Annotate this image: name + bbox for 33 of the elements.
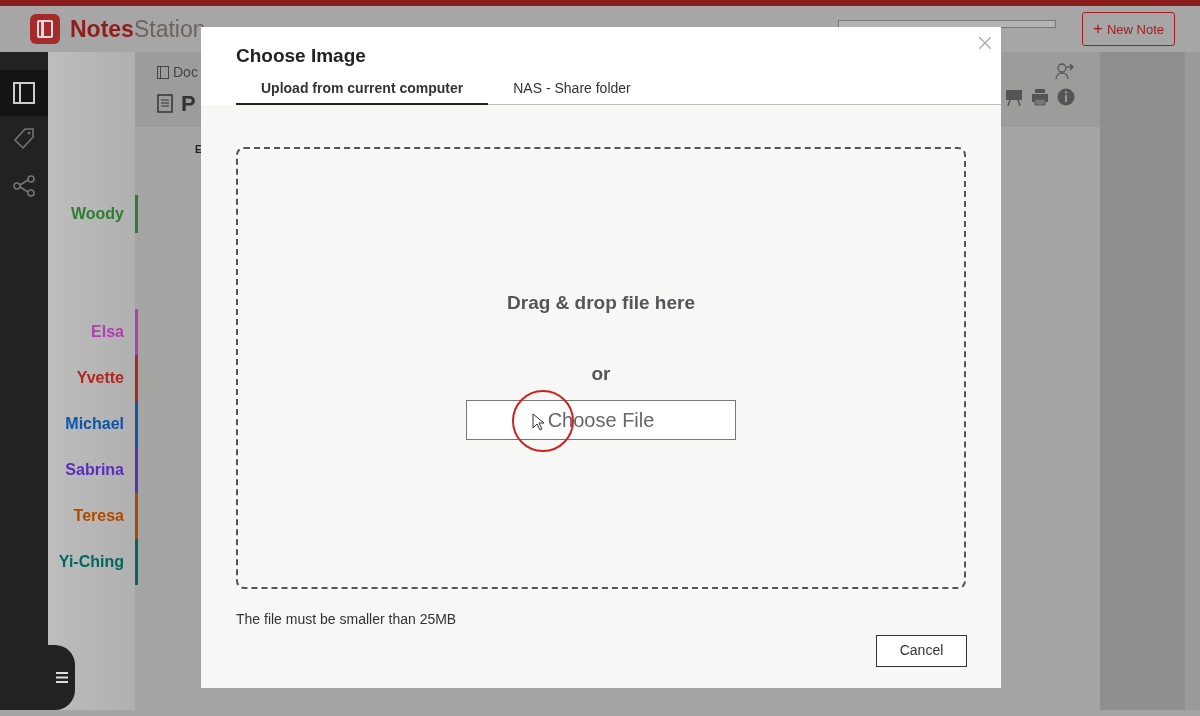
- menu-icon: [55, 672, 68, 683]
- cancel-button[interactable]: Cancel: [876, 634, 967, 667]
- or-text: or: [591, 361, 611, 386]
- person-name[interactable]: Yvette: [48, 355, 138, 401]
- share-user-icon[interactable]: [1055, 62, 1075, 80]
- person-name[interactable]: Elsa: [48, 309, 138, 355]
- print-icon[interactable]: [1031, 88, 1049, 106]
- notebook-icon[interactable]: [13, 82, 35, 104]
- person-name[interactable]: Woody: [48, 195, 138, 233]
- info-icon[interactable]: [1057, 88, 1075, 106]
- logo-icon: [30, 14, 60, 44]
- person-name[interactable]: Yi-Ching: [48, 539, 138, 585]
- person-name[interactable]: Michael: [48, 401, 138, 447]
- presentation-icon[interactable]: [1005, 88, 1023, 106]
- tab[interactable]: NAS - Share folder: [488, 77, 656, 105]
- close-icon[interactable]: [979, 37, 991, 49]
- person-name[interactable]: Teresa: [48, 493, 138, 539]
- note-title: P: [181, 90, 196, 118]
- share-icon[interactable]: [13, 175, 35, 197]
- tag-icon[interactable]: [13, 128, 35, 150]
- search-field[interactable]: [838, 20, 1056, 28]
- tab[interactable]: Upload from current computer: [236, 77, 489, 105]
- document-icon: [157, 94, 173, 113]
- editor-text: E: [195, 143, 203, 157]
- notebook-icon: [157, 66, 169, 79]
- cursor-icon: [532, 413, 544, 432]
- breadcrumb-link[interactable]: Doc: [173, 62, 198, 83]
- new-note-button[interactable]: + New Note: [1082, 12, 1175, 46]
- person-name[interactable]: Sabrina: [48, 447, 138, 493]
- size-limit-note: The file must be smaller than 25MB: [236, 609, 458, 629]
- drop-zone-text: Drag & drop file here: [507, 291, 695, 316]
- drawer-tab[interactable]: [48, 645, 75, 710]
- dialog-title: Choose Image: [236, 45, 367, 68]
